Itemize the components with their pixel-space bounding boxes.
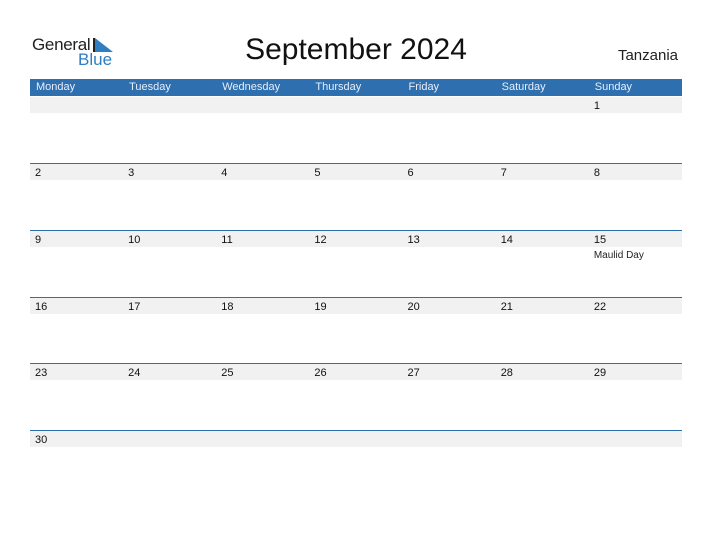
holiday-label: Maulid Day bbox=[593, 250, 644, 261]
day-cell bbox=[123, 431, 216, 497]
day-cell bbox=[589, 431, 682, 497]
day-number: 25 bbox=[221, 367, 234, 379]
day-number: 26 bbox=[314, 367, 327, 379]
day-cell: 6 bbox=[403, 164, 496, 230]
day-cell: 3 bbox=[123, 164, 216, 230]
day-cell bbox=[403, 97, 496, 163]
weekday-friday: Friday bbox=[408, 81, 440, 93]
week-row: 16 17 18 19 20 21 22 bbox=[30, 297, 682, 364]
day-cell: 10 bbox=[123, 231, 216, 297]
day-number: 28 bbox=[500, 367, 513, 379]
day-number: 20 bbox=[407, 301, 420, 313]
day-number: 11 bbox=[221, 234, 233, 246]
day-cell bbox=[403, 431, 496, 497]
day-cell: 26 bbox=[309, 364, 402, 430]
day-cell bbox=[216, 431, 309, 497]
day-cell: 25 bbox=[216, 364, 309, 430]
week-row: 2 3 4 5 6 7 8 bbox=[30, 163, 682, 230]
day-cell: 11 bbox=[216, 231, 309, 297]
day-cell: 20 bbox=[403, 298, 496, 364]
weekday-header: Monday Tuesday Wednesday Thursday Friday Satu… bbox=[30, 79, 682, 96]
day-cell bbox=[309, 97, 402, 163]
day-cell: 22 bbox=[589, 298, 682, 364]
day-number: 9 bbox=[35, 234, 42, 246]
day-number: 13 bbox=[407, 234, 420, 246]
day-number: 1 bbox=[593, 100, 600, 112]
weekday-tuesday: Tuesday bbox=[129, 81, 171, 93]
day-number: 8 bbox=[593, 167, 600, 179]
day-cell: 23 bbox=[30, 364, 123, 430]
day-number: 16 bbox=[35, 301, 48, 313]
day-number: 29 bbox=[593, 367, 607, 379]
week-row: 23 24 25 26 27 28 29 bbox=[30, 363, 682, 430]
day-number: 30 bbox=[35, 434, 48, 446]
day-cell: 14 bbox=[496, 231, 589, 297]
day-number: 3 bbox=[128, 167, 135, 179]
day-cell bbox=[496, 431, 589, 497]
week-row: 9 10 11 12 13 14 15 Maulid Day bbox=[30, 230, 682, 297]
day-cell bbox=[496, 97, 589, 163]
day-number: 19 bbox=[314, 301, 327, 313]
day-number: 21 bbox=[500, 301, 513, 313]
day-number: 14 bbox=[500, 234, 513, 246]
day-cell: 28 bbox=[496, 364, 589, 430]
day-cell: 24 bbox=[123, 364, 216, 430]
day-cell: 15 Maulid Day bbox=[589, 231, 682, 297]
day-cell: 21 bbox=[496, 298, 589, 364]
day-number: 17 bbox=[128, 301, 141, 313]
day-cell: 7 bbox=[496, 164, 589, 230]
day-cell: 5 bbox=[309, 164, 402, 230]
country-label: Tanzania bbox=[617, 47, 678, 64]
day-number: 23 bbox=[35, 367, 48, 379]
day-number: 4 bbox=[221, 167, 228, 179]
day-cell bbox=[309, 431, 402, 497]
day-cell: 29 bbox=[589, 364, 682, 430]
day-cell: 8 bbox=[589, 164, 682, 230]
day-number: 15 bbox=[593, 234, 607, 246]
day-number: 27 bbox=[407, 367, 420, 379]
day-number: 10 bbox=[128, 234, 141, 246]
day-cell: 1 bbox=[589, 97, 682, 163]
weekday-wednesday: Wednesday bbox=[222, 81, 281, 93]
day-number: 12 bbox=[314, 234, 327, 246]
weekday-monday: Monday bbox=[36, 81, 76, 93]
weekday-thursday: Thursday bbox=[315, 81, 362, 93]
day-cell: 18 bbox=[216, 298, 309, 364]
day-number: 18 bbox=[221, 301, 234, 313]
day-number: 2 bbox=[35, 167, 42, 179]
day-cell: 4 bbox=[216, 164, 309, 230]
day-cell: 17 bbox=[123, 298, 216, 364]
day-cell: 19 bbox=[309, 298, 402, 364]
day-number: 7 bbox=[500, 167, 507, 179]
day-number: 5 bbox=[314, 167, 321, 179]
weekday-saturday: Saturday bbox=[501, 81, 546, 93]
day-cell bbox=[216, 97, 309, 163]
day-cell: 30 bbox=[30, 431, 123, 497]
weekday-sunday: Sunday bbox=[594, 81, 633, 93]
day-cell: 13 bbox=[403, 231, 496, 297]
day-cell: 12 bbox=[309, 231, 402, 297]
day-number: 6 bbox=[407, 167, 414, 179]
day-cell bbox=[123, 97, 216, 163]
calendar-title: September 2024 bbox=[245, 33, 467, 66]
week-row: 30 bbox=[30, 430, 682, 497]
day-cell: 2 bbox=[30, 164, 123, 230]
week-row: 1 bbox=[30, 97, 682, 163]
day-number: 22 bbox=[593, 301, 607, 313]
day-cell: 16 bbox=[30, 298, 123, 364]
day-cell bbox=[30, 97, 123, 163]
day-number: 24 bbox=[128, 367, 141, 379]
day-cell: 9 bbox=[30, 231, 123, 297]
day-cell: 27 bbox=[403, 364, 496, 430]
